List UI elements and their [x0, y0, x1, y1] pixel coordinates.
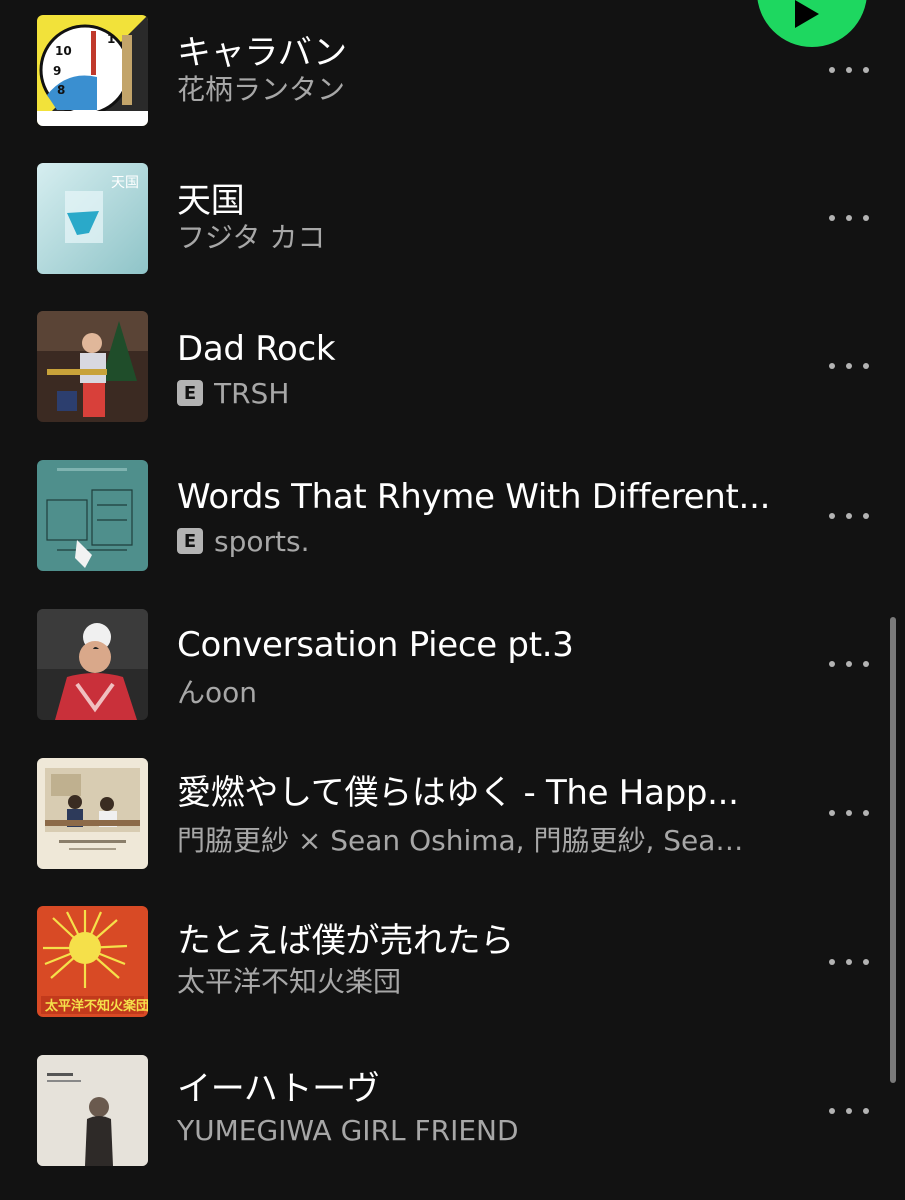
- scrollbar[interactable]: [890, 617, 896, 1083]
- track-artist-line: E sports.: [177, 523, 757, 559]
- track-row[interactable]: 愛燃やして僕らはゆく - The Happ... 門脇更紗 × Sean Osh…: [0, 740, 905, 888]
- track-row[interactable]: Conversation Piece pt.3 んoon: [0, 592, 905, 740]
- track-row[interactable]: 10 9 8 1 キャラバン 花柄ランタン: [0, 0, 905, 148]
- track-row[interactable]: Words That Rhyme With Different... E spo…: [0, 444, 905, 592]
- track-row[interactable]: イーハトーヴ YUMEGIWA GIRL FRIEND: [0, 1036, 905, 1184]
- track-artist: 花柄ランタン: [177, 73, 346, 106]
- more-options-icon: [829, 1108, 835, 1114]
- album-cover: 天国: [37, 163, 148, 274]
- explicit-badge: E: [177, 380, 203, 406]
- more-options-button[interactable]: [823, 798, 875, 828]
- album-cover: [37, 1055, 148, 1166]
- svg-text:太平洋不知火楽団: 太平洋不知火楽団: [44, 998, 148, 1014]
- more-options-icon: [829, 363, 835, 369]
- more-options-button[interactable]: [823, 351, 875, 381]
- more-options-button[interactable]: [823, 203, 875, 233]
- more-options-button[interactable]: [823, 649, 875, 679]
- track-title: Conversation Piece pt.3: [177, 625, 574, 665]
- track-artist-line: フジタ カコ: [177, 218, 757, 254]
- svg-text:1: 1: [107, 32, 115, 46]
- album-cover: [37, 311, 148, 422]
- more-options-icon: [829, 810, 835, 816]
- svg-text:10: 10: [55, 44, 72, 58]
- more-options-icon: [829, 215, 835, 221]
- track-title: イーハトーヴ: [177, 1069, 380, 1109]
- album-cover: 太平洋不知火楽団: [37, 906, 148, 1017]
- track-row[interactable]: 天国 天国 フジタ カコ: [0, 148, 905, 296]
- track-artist-line: 門脇更紗 × Sean Oshima, 門脇更紗, Sean...: [177, 821, 757, 857]
- track-row[interactable]: Dad Rock E TRSH: [0, 296, 905, 444]
- track-artist-line: YUMEGIWA GIRL FRIEND: [177, 1112, 757, 1148]
- more-options-icon: [829, 513, 835, 519]
- more-options-button[interactable]: [823, 55, 875, 85]
- track-title: Words That Rhyme With Different...: [177, 477, 771, 517]
- track-artist: んoon: [177, 676, 258, 709]
- album-cover: [37, 460, 148, 571]
- more-options-icon: [829, 67, 835, 73]
- track-artist: 太平洋不知火楽団: [177, 965, 402, 998]
- more-options-icon: [829, 959, 835, 965]
- more-options-button[interactable]: [823, 501, 875, 531]
- track-artist: TRSH: [214, 376, 290, 410]
- track-artist: YUMEGIWA GIRL FRIEND: [177, 1113, 519, 1147]
- track-title: 愛燃やして僕らはゆく - The Happ...: [177, 773, 739, 813]
- track-artist-line: 太平洋不知火楽団: [177, 962, 757, 998]
- svg-text:9: 9: [53, 64, 61, 78]
- track-artist: sports.: [214, 524, 310, 558]
- album-cover: 10 9 8 1: [37, 15, 148, 126]
- more-options-button[interactable]: [823, 947, 875, 977]
- track-artist: フジタ カコ: [177, 221, 326, 254]
- track-artist-line: んoon: [177, 673, 757, 709]
- more-options-button[interactable]: [823, 1096, 875, 1126]
- track-row[interactable]: 太平洋不知火楽団 たとえば僕が売れたら 太平洋不知火楽団: [0, 888, 905, 1036]
- svg-text:8: 8: [57, 83, 65, 97]
- track-title: 天国: [177, 181, 245, 221]
- track-artist-line: E TRSH: [177, 375, 757, 411]
- track-title: たとえば僕が売れたら: [177, 921, 514, 961]
- explicit-badge: E: [177, 528, 203, 554]
- track-title: Dad Rock: [177, 329, 336, 369]
- album-cover: [37, 609, 148, 720]
- track-artist-line: 花柄ランタン: [177, 70, 757, 106]
- album-cover: [37, 758, 148, 869]
- more-options-icon: [829, 661, 835, 667]
- track-artist: 門脇更紗 × Sean Oshima, 門脇更紗, Sean...: [177, 824, 757, 857]
- track-title: キャラバン: [177, 33, 347, 73]
- svg-text:天国: 天国: [111, 175, 139, 191]
